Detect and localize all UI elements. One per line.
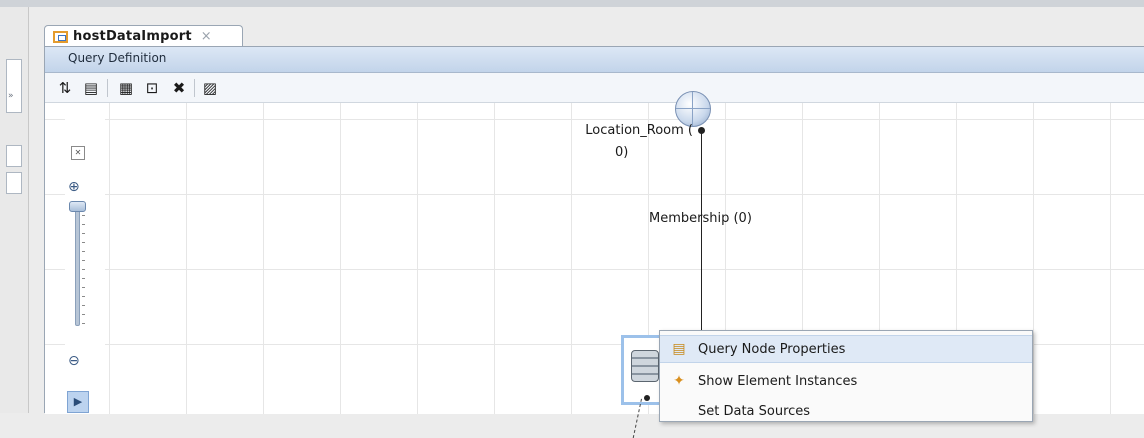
tab-title: hostDataImport [73,29,192,44]
zoom-out-icon[interactable]: ⊖ [68,353,80,369]
menu-item-label: Show Element Instances [698,373,858,389]
location-node-globe-icon[interactable] [675,91,711,127]
side-panel-dropdown[interactable] [6,172,22,194]
side-panel-control[interactable] [6,59,22,113]
data-sources-icon [670,403,688,419]
close-icon[interactable]: × [201,29,212,44]
database-node-icon [631,350,659,382]
menu-item-label: Set Data Sources [698,403,811,419]
select-pointer-icon[interactable]: ▶ [67,391,89,413]
left-side-panel: » [0,7,29,413]
location-room-label: Location_Room ( [585,123,693,138]
toolbar-separator [194,79,195,97]
fit-to-window-icon[interactable]: ✕ [71,146,85,160]
dashed-edge-start-dot [644,395,650,401]
context-menu: ▤ Query Node Properties ✦ Show Element I… [659,330,1033,422]
menu-item-label: Query Node Properties [698,341,846,357]
side-panel-dropdown[interactable] [6,145,22,167]
query-tab-icon [53,30,68,43]
list-icon[interactable]: ▤ [81,78,101,98]
toolbar-separator [107,79,108,97]
preview-icon[interactable]: ⊡ [142,78,162,98]
properties-icon: ▤ [672,341,686,357]
zoom-panel: ✕ ⊕ ⊖ ▶ [65,103,105,414]
editor-tab[interactable]: hostDataImport × [44,25,243,47]
element-instances-icon: ✦ [673,373,685,389]
zoom-in-icon[interactable]: ⊕ [68,179,80,195]
calculator-icon[interactable]: ▦ [116,78,136,98]
zoom-slider-track[interactable] [75,206,80,326]
toolbar: ⇅ ▤ ▦ ⊡ ✖ ▨ [45,73,1144,103]
window-top-strip [0,0,1144,7]
section-header: Query Definition [45,47,1144,73]
sort-icon[interactable]: ⇅ [55,78,75,98]
menu-item-set-data-sources[interactable]: Set Data Sources [660,397,1032,425]
menu-item-show-element-instances[interactable]: ✦ Show Element Instances [660,367,1032,395]
chevron-right-icon[interactable]: » [8,91,14,101]
properties-icon[interactable]: ▨ [200,78,220,98]
delete-icon[interactable]: ✖ [169,78,189,98]
section-title: Query Definition [68,51,167,65]
membership-edge[interactable] [701,131,702,349]
menu-item-query-node-properties[interactable]: ▤ Query Node Properties [660,335,1032,363]
location-room-count: 0) [615,145,629,160]
zoom-slider-thumb[interactable] [69,201,86,212]
zoom-slider-ticks [82,206,85,324]
membership-label: Membership (0) [649,211,752,226]
edge-start-dot [698,127,705,134]
